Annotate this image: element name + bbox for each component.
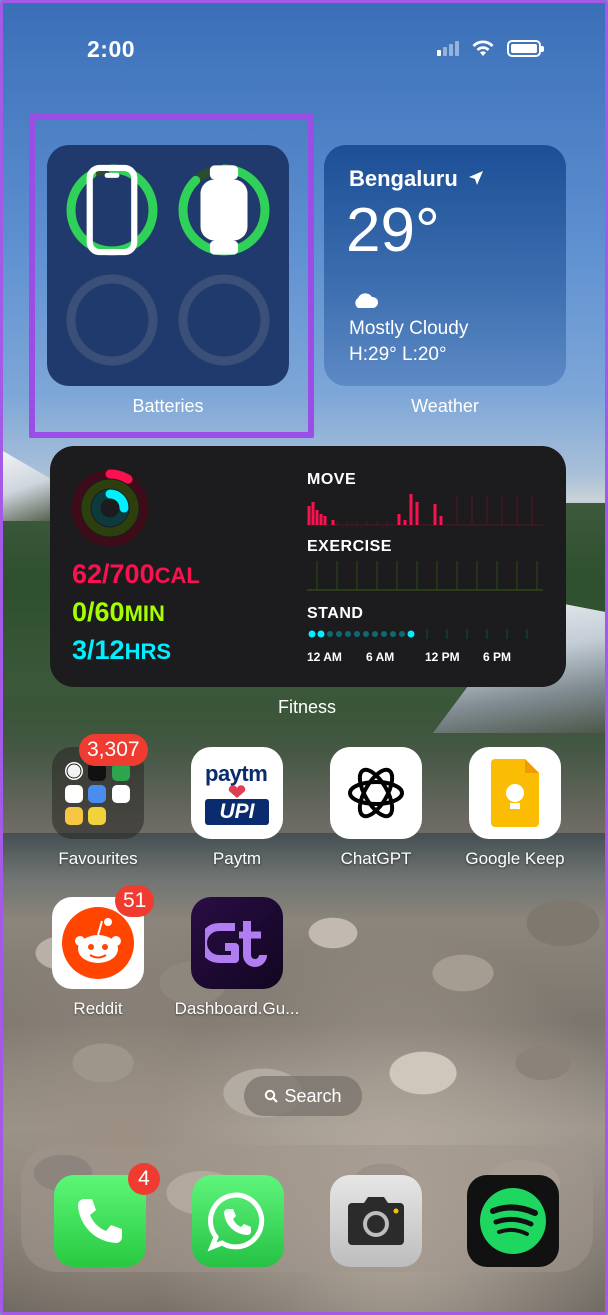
favourites-label: Favourites [58,849,138,868]
move-stat: 62/700CAL [72,559,200,589]
highlight-box [29,114,314,438]
reddit-logo-icon [62,907,134,979]
time-label-6am: 6 AM [366,650,395,664]
paytm-logo: paytm [205,761,268,786]
phone-handset-icon [78,1199,122,1243]
phone-badge: 4 [128,1163,160,1195]
cloud-icon [355,293,379,308]
time-label-12am: 12 AM [307,650,342,664]
guiding-tech-logo-icon [205,921,267,967]
time-label-12pm: 12 PM [425,650,460,664]
dashboard-app[interactable] [191,897,283,989]
paytm-label: Paytm [212,849,262,868]
weather-widget[interactable]: Bengaluru 29° Mostly Cloudy H:29° L:20° [324,145,566,386]
google-keep-app[interactable] [469,747,561,839]
whatsapp-logo-icon [207,1192,265,1252]
upi-logo: UPI [205,799,269,825]
camera-app[interactable] [330,1175,422,1267]
weather-city: Bengaluru [349,166,484,192]
cellular-signal-icon [437,40,459,56]
weather-widget-label: Weather [411,396,479,416]
move-chart [307,494,543,526]
stand-stat: 3/12HRS [72,635,172,665]
whatsapp-app[interactable] [192,1175,284,1267]
time-label-6pm: 6 PM [483,650,512,664]
stand-chart [308,629,528,639]
chatgpt-label: ChatGPT [340,849,412,868]
openai-logo-icon [348,767,404,819]
wifi-icon [472,40,494,56]
status-time: 2:00 [87,36,136,62]
dashboard-label: Dashboard.Gu... [174,999,300,1018]
move-heading: MOVE [307,471,357,488]
weather-condition: Mostly Cloudy [349,318,469,339]
search-label: Search [284,1085,342,1106]
google-keep-logo-icon [491,759,539,827]
stand-heading: STAND [307,605,364,622]
exercise-stat: 0/60MIN [72,597,165,627]
paytm-app[interactable]: paytm UPI [191,747,283,839]
reddit-badge: 51 [115,885,155,917]
spotify-app[interactable] [467,1175,559,1267]
wallpaper-mountain-left [3,451,51,521]
search-pill[interactable]: Search [244,1076,362,1116]
google-keep-label: Google Keep [465,849,565,868]
reddit-label: Reddit [73,999,123,1018]
chatgpt-app[interactable] [330,747,422,839]
search-icon [265,1089,279,1103]
fitness-widget-label: Fitness [277,697,337,717]
activity-rings-icon [71,469,149,547]
exercise-heading: EXERCISE [307,538,392,555]
camera-icon [348,1197,404,1245]
exercise-chart [307,561,543,591]
status-icons [437,39,544,57]
weather-temperature: 29° [346,196,440,265]
home-screen: 2:00 Batteries Bengaluru 29° Mostly Clou… [0,0,608,1315]
heart-icon [228,785,246,798]
battery-icon [507,39,544,57]
location-arrow-icon [468,171,483,185]
spotify-logo-icon [480,1188,546,1254]
favourites-badge: 3,307 [79,734,148,766]
fitness-widget[interactable]: 62/700CAL 0/60MIN 3/12HRS MOVE EXERCISE … [50,446,566,687]
weather-high-low: H:29° L:20° [349,344,447,365]
